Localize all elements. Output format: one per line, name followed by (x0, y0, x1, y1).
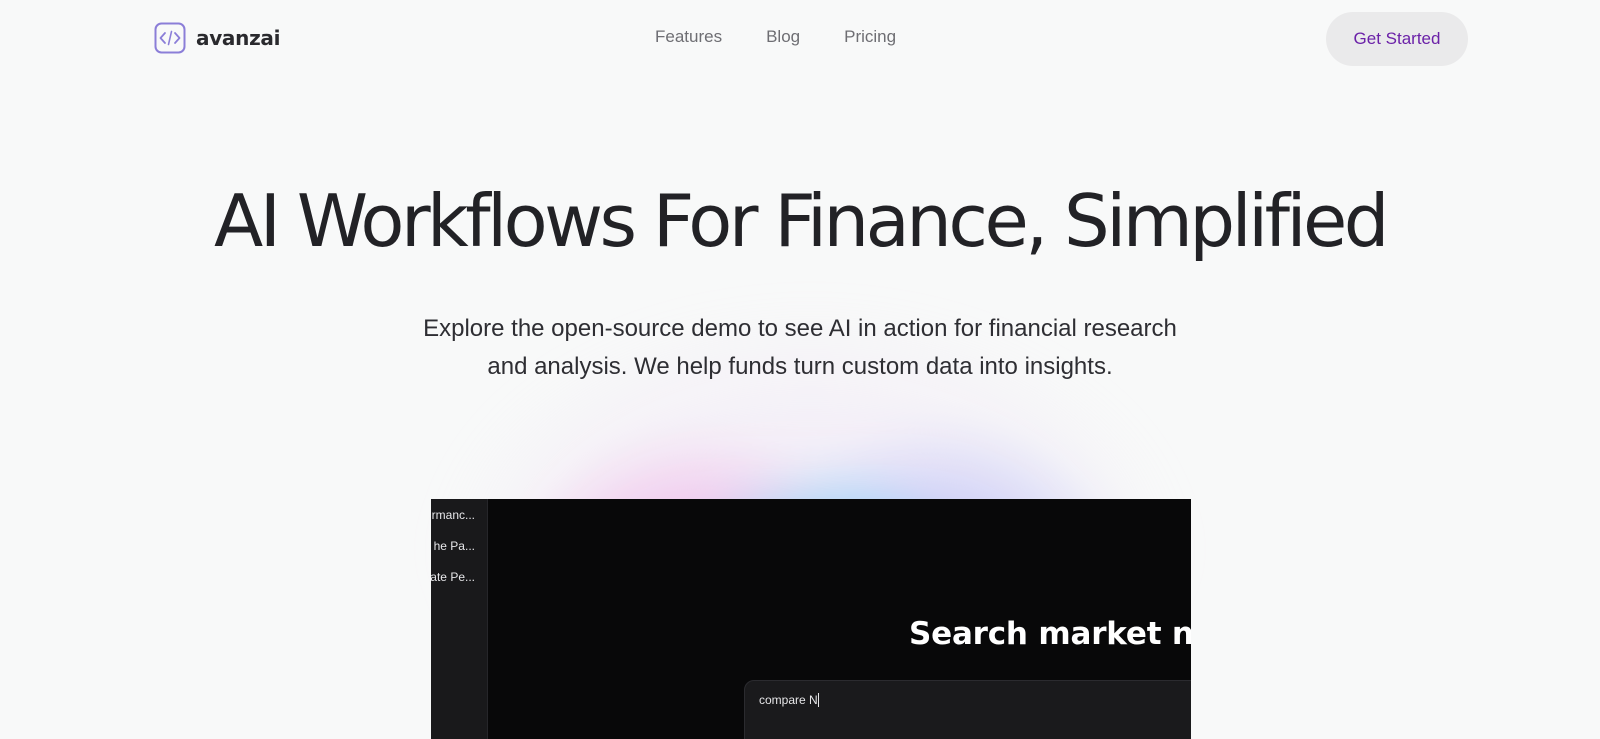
sidebar-thread-item[interactable]: rmanc... (432, 508, 475, 522)
preview-search-input[interactable]: compare N (744, 680, 1191, 739)
preview-input-text: compare N (759, 693, 818, 707)
preview-sidebar: rmanc... he Pa... ate Pe... (431, 499, 488, 739)
hero-subtitle-line-1: Explore the open-source demo to see AI i… (423, 315, 1177, 342)
sidebar-thread-item[interactable]: ate Pe... (431, 570, 475, 584)
nav-link-features[interactable]: Features (655, 27, 722, 47)
sidebar-thread-item[interactable]: he Pa... (434, 539, 475, 553)
app-preview: rmanc... he Pa... ate Pe... Search marke… (431, 499, 1191, 739)
preview-heading: Search market nev (909, 616, 1191, 652)
nav-link-pricing[interactable]: Pricing (844, 27, 896, 47)
hero-subtitle-line-2: and analysis. We help funds turn custom … (487, 353, 1113, 380)
nav-link-blog[interactable]: Blog (766, 27, 800, 47)
code-brackets-icon (154, 22, 186, 54)
main-nav: Features Blog Pricing (655, 27, 896, 47)
brand-name: avanzai (196, 26, 281, 50)
brand-logo-link[interactable]: avanzai (154, 22, 280, 54)
landing-page: avanzai Features Blog Pricing Get Starte… (0, 0, 1600, 739)
hero-title: AI Workflows For Finance, Simplified (214, 179, 1389, 263)
hero-subtitle: Explore the open-source demo to see AI i… (380, 310, 1220, 386)
get-started-button[interactable]: Get Started (1326, 12, 1468, 66)
text-caret (817, 693, 819, 707)
